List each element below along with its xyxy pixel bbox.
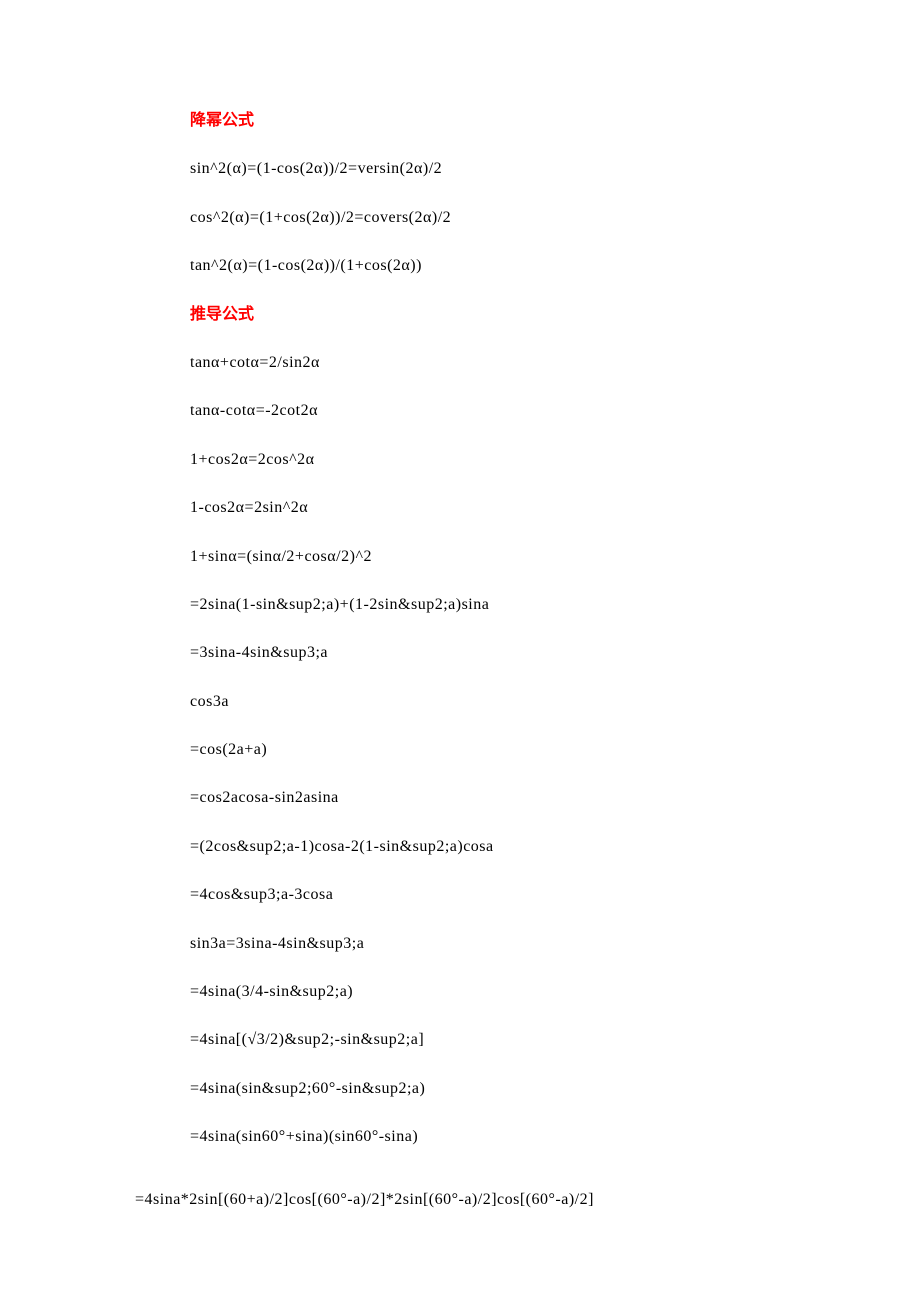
formula-line: =4cos&sup3;a-3cosa <box>190 884 860 906</box>
formula-line: =4sina(sin&sup2;60°-sin&sup2;a) <box>190 1078 860 1100</box>
formula-line-footer: =4sina*2sin[(60+a)/2]cos[(60°-a)/2]*2sin… <box>135 1189 860 1211</box>
section-heading-2: 推导公式 <box>190 304 860 326</box>
formula-line: tanα-cotα=-2cot2α <box>190 400 860 422</box>
formula-line: cos^2(α)=(1+cos(2α))/2=covers(2α)/2 <box>190 207 860 229</box>
section-heading-1: 降幂公式 <box>190 110 860 132</box>
formula-line: sin3a=3sina-4sin&sup3;a <box>190 933 860 955</box>
formula-line: =2sina(1-sin&sup2;a)+(1-2sin&sup2;a)sina <box>190 594 860 616</box>
formula-line: =4sina[(√3/2)&sup2;-sin&sup2;a] <box>190 1029 860 1051</box>
formula-line: tanα+cotα=2/sin2α <box>190 352 860 374</box>
formula-line: 1+cos2α=2cos^2α <box>190 449 860 471</box>
document-page: 降幂公式 sin^2(α)=(1-cos(2α))/2=versin(2α)/2… <box>0 0 920 1302</box>
formula-line: =cos2acosa-sin2asina <box>190 787 860 809</box>
formula-line: =3sina-4sin&sup3;a <box>190 642 860 664</box>
formula-line: 1+sinα=(sinα/2+cosα/2)^2 <box>190 546 860 568</box>
formula-line: 1-cos2α=2sin^2α <box>190 497 860 519</box>
formula-line: =4sina(sin60°+sina)(sin60°-sina) <box>190 1126 860 1148</box>
formula-line: =cos(2a+a) <box>190 739 860 761</box>
formula-line: =4sina(3/4-sin&sup2;a) <box>190 981 860 1003</box>
formula-line: =(2cos&sup2;a-1)cosa-2(1-sin&sup2;a)cosa <box>190 836 860 858</box>
formula-line: sin^2(α)=(1-cos(2α))/2=versin(2α)/2 <box>190 158 860 180</box>
formula-line: cos3a <box>190 691 860 713</box>
formula-line: tan^2(α)=(1-cos(2α))/(1+cos(2α)) <box>190 255 860 277</box>
